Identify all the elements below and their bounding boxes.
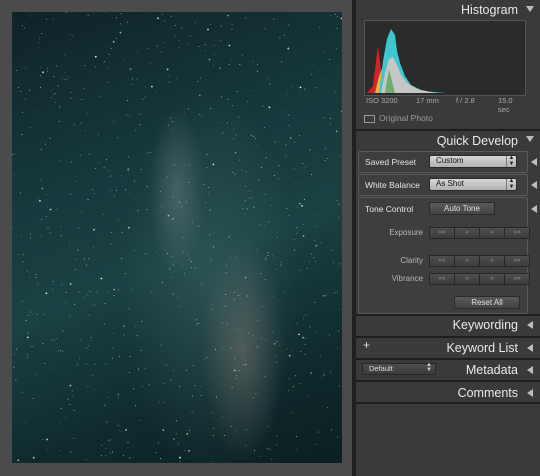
white-balance-dropdown[interactable]: As Shot ▲ ▼ <box>429 178 517 191</box>
updown-arrow-icon: ▲ ▼ <box>506 178 516 190</box>
checkbox-icon <box>364 114 375 123</box>
milky-way-photo[interactable] <box>12 12 342 463</box>
quick-develop-title: Quick Develop <box>436 134 518 148</box>
histogram-curves <box>367 29 445 93</box>
auto-tone-button[interactable]: Auto Tone <box>429 202 495 215</box>
histogram-title: Histogram <box>461 3 518 17</box>
expand-triangle-icon[interactable] <box>531 181 537 189</box>
original-photo-text: Original Photo <box>379 113 433 123</box>
tone-control-section: Tone Control Auto Tone Exposure «« « » »… <box>358 197 537 314</box>
histogram-header[interactable]: Histogram <box>356 0 540 20</box>
vibrance-decrease-button[interactable]: « <box>454 273 480 285</box>
metadata-header[interactable]: Metadata <box>446 360 540 380</box>
clarity-decrease-button[interactable]: « <box>454 255 480 267</box>
vibrance-increase-button[interactable]: » <box>479 273 505 285</box>
exposure-decrease-large-button[interactable]: «« <box>429 227 455 239</box>
exposure-increase-large-button[interactable]: »» <box>504 227 530 239</box>
white-balance-value: As Shot <box>436 179 465 188</box>
keywording-title: Keywording <box>452 318 518 332</box>
expand-triangle-icon[interactable] <box>527 389 533 397</box>
expand-triangle-icon[interactable] <box>531 205 537 213</box>
white-balance-label: White Balance <box>365 180 420 190</box>
expand-triangle-icon[interactable] <box>527 366 533 374</box>
section-separator <box>356 402 540 404</box>
saved-preset-dropdown[interactable]: Custom ▲ ▼ <box>429 155 517 168</box>
exposure-label: Exposure <box>389 228 423 237</box>
histogram-exif: ISO 3200 17 mm f / 2.8 15.0 sec <box>364 96 524 114</box>
loupe-view <box>0 0 352 476</box>
keyword-list-header[interactable]: Keyword List <box>376 338 540 358</box>
clarity-label: Clarity <box>400 256 423 265</box>
vibrance-decrease-large-button[interactable]: «« <box>429 273 455 285</box>
updown-arrow-icon: ▲ ▼ <box>426 362 432 373</box>
updown-arrow-icon: ▲ ▼ <box>506 155 516 167</box>
clarity-increase-large-button[interactable]: »» <box>504 255 530 267</box>
exposure-increase-button[interactable]: » <box>479 227 505 239</box>
section-separator <box>356 380 540 382</box>
collapse-triangle-icon[interactable] <box>526 6 534 12</box>
expand-triangle-icon[interactable] <box>527 321 533 329</box>
metadata-preset-value: Default <box>369 364 393 373</box>
aperture-value: f / 2.8 <box>456 96 475 105</box>
vibrance-label: Vibrance <box>391 274 423 283</box>
shutter-value: 15.0 sec <box>498 96 513 114</box>
exposure-decrease-button[interactable]: « <box>454 227 480 239</box>
original-photo-label[interactable]: Original Photo <box>364 113 433 123</box>
star-field <box>12 12 342 463</box>
clarity-decrease-large-button[interactable]: «« <box>429 255 455 267</box>
expand-triangle-icon[interactable] <box>527 344 533 352</box>
right-panel: Histogram ISO 3200 17 mm f / 2.8 15.0 se… <box>356 0 540 476</box>
metadata-preset-dropdown[interactable]: Default ▲ ▼ <box>362 362 436 375</box>
quick-develop-header[interactable]: Quick Develop <box>356 131 540 151</box>
add-keyword-icon[interactable]: + <box>363 338 370 352</box>
comments-header[interactable]: Comments <box>356 383 540 403</box>
expand-triangle-icon[interactable] <box>531 158 537 166</box>
saved-preset-row: Saved Preset Custom ▲ ▼ <box>358 151 537 173</box>
keywording-header[interactable]: Keywording <box>356 315 540 335</box>
tone-control-label: Tone Control <box>365 204 414 214</box>
saved-preset-label: Saved Preset <box>365 157 417 167</box>
clarity-increase-button[interactable]: » <box>479 255 505 267</box>
comments-title: Comments <box>457 386 518 400</box>
iso-value: ISO 3200 <box>366 96 398 105</box>
saved-preset-value: Custom <box>436 156 464 165</box>
focal-length-value: 17 mm <box>416 96 439 105</box>
histogram-graph[interactable] <box>364 20 526 96</box>
reset-all-button[interactable]: Reset All <box>454 296 520 309</box>
metadata-title: Metadata <box>465 363 518 377</box>
keyword-list-title: Keyword List <box>446 341 518 355</box>
collapse-triangle-icon[interactable] <box>526 136 534 142</box>
white-balance-row: White Balance As Shot ▲ ▼ <box>358 174 537 196</box>
vibrance-increase-large-button[interactable]: »» <box>504 273 530 285</box>
